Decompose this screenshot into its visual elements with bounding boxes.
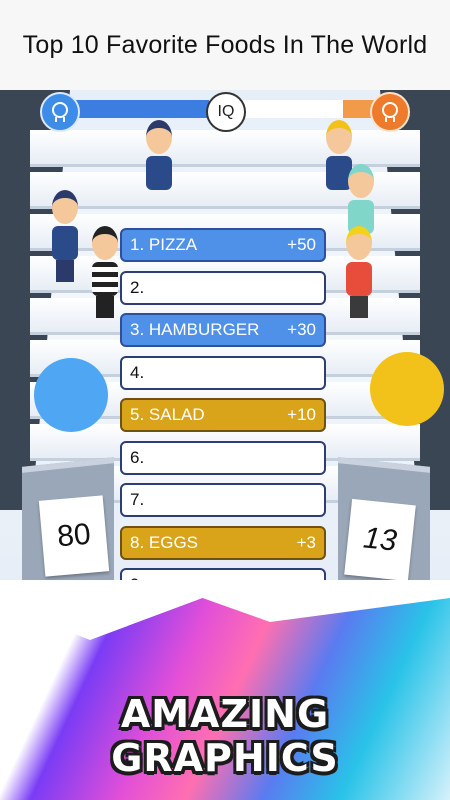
banner-decoration: [0, 580, 450, 640]
player-character: [34, 358, 108, 432]
answer-points: +30: [287, 320, 316, 339]
opponent-score: 13: [344, 498, 416, 582]
answer-slot: 5. SALAD +10: [120, 398, 326, 432]
iq-label: IQ: [206, 92, 246, 132]
banner-title: AMAZING GRAPHICS: [111, 692, 339, 780]
police-character: [146, 120, 172, 190]
answer-slot: 2.: [120, 270, 326, 305]
police-character: [52, 190, 78, 282]
player-score: 80: [38, 495, 110, 577]
answer-label: 2.: [130, 277, 145, 297]
answer-points: +10: [287, 405, 316, 424]
answer-label: 7.: [130, 490, 145, 509]
answer-slot: 6.: [120, 440, 326, 475]
brain-head-icon: [40, 92, 80, 132]
answer-label: 5. SALAD: [130, 405, 205, 424]
question-text: Top 10 Favorite Foods In The World: [22, 30, 428, 59]
answer-label: 8. EGGS: [130, 532, 199, 552]
promo-banner: AMAZING GRAPHICS: [0, 580, 450, 800]
dj-character: [346, 226, 372, 318]
answer-slot: 3. HAMBURGER +30: [120, 313, 326, 347]
brain-head-icon: [370, 92, 410, 132]
stair-step: [30, 130, 420, 167]
iq-meter: IQ: [40, 90, 410, 132]
answer-label: 3. HAMBURGER: [130, 320, 260, 339]
robber-character: [92, 226, 118, 318]
answer-points: +50: [287, 235, 316, 254]
game-scene: IQ 1. PIZZA +50 2. 3. HAMBURGER +30 4. 5. SALA…: [0, 90, 450, 650]
question-bar: Top 10 Favorite Foods In The World: [0, 0, 450, 92]
answer-slot: 8. EGGS +3: [120, 525, 326, 560]
answer-label: 1. PIZZA: [130, 235, 198, 254]
answer-label: 6.: [130, 447, 145, 467]
answer-slot: 4.: [120, 355, 326, 390]
answer-label: 4.: [130, 362, 145, 382]
answer-slot: 1. PIZZA +50: [120, 228, 326, 262]
player-iq-fill: [65, 100, 209, 118]
opponent-character: [370, 352, 444, 426]
nurse-character: [348, 164, 374, 234]
answer-points: +3: [296, 532, 316, 552]
answer-slot: 7.: [120, 483, 326, 517]
